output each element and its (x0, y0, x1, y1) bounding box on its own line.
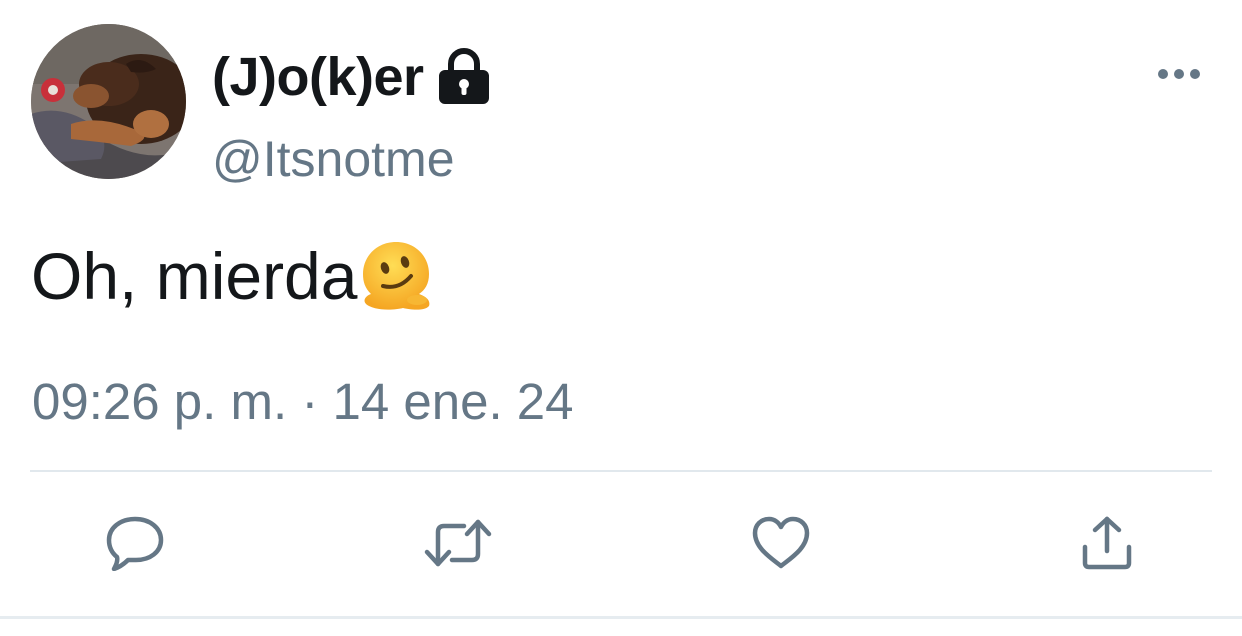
like-button[interactable] (746, 510, 816, 580)
share-button[interactable] (1072, 510, 1142, 580)
bottom-divider (0, 616, 1242, 619)
avatar[interactable] (31, 24, 186, 179)
display-name[interactable]: (J)o(k)er (212, 42, 492, 112)
heart-icon (751, 516, 811, 575)
reply-button[interactable] (100, 510, 170, 580)
display-name-text[interactable]: (J)o(k)er (212, 46, 424, 108)
tweet-timestamp[interactable]: 09:26 p. m. · 14 ene. 24 (32, 372, 574, 431)
retweet-button[interactable] (423, 510, 493, 580)
user-handle[interactable]: @Itsnotme (212, 130, 455, 188)
divider (30, 470, 1212, 472)
share-icon (1079, 515, 1135, 576)
tweet-text-content: Oh, mierda (31, 239, 358, 313)
melting-face-emoji-icon (359, 240, 433, 312)
reply-icon (106, 515, 164, 576)
tweet-actions-bar (0, 500, 1242, 590)
lock-icon (436, 48, 492, 106)
more-icon[interactable] (1156, 60, 1202, 88)
tweet-text: Oh, mierda (31, 238, 433, 314)
retweet-icon (424, 518, 492, 573)
avatar-image (31, 24, 186, 179)
